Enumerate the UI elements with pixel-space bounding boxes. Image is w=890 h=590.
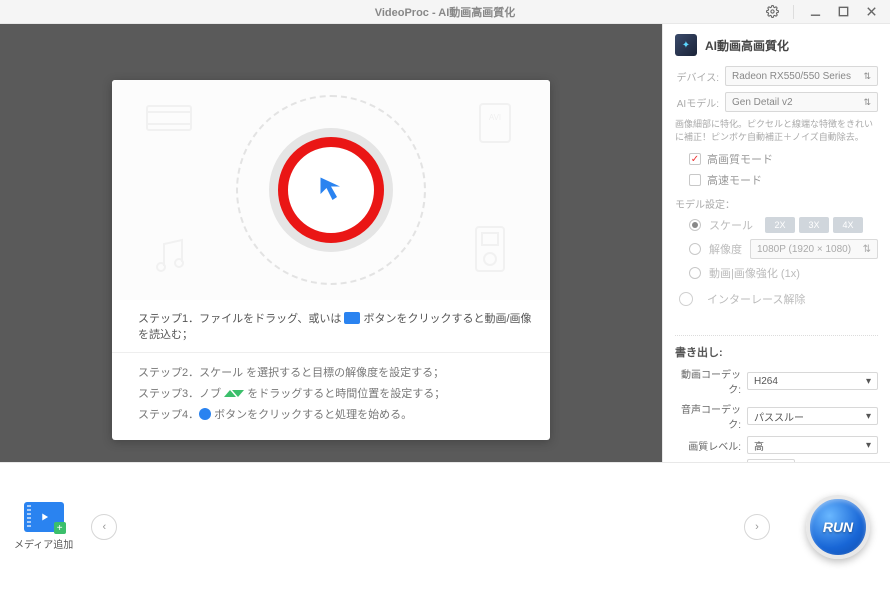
export-title: 書き出し: — [675, 344, 878, 360]
maximize-button[interactable] — [836, 5, 850, 19]
drop-area[interactable]: AVI — [112, 80, 550, 300]
gear-icon[interactable] — [765, 5, 779, 19]
radio-on-icon[interactable] — [689, 219, 701, 231]
scale-2x-button[interactable]: 2X — [765, 217, 795, 233]
ai-icon: ✦ — [675, 34, 697, 56]
resolution-row[interactable]: 解像度 1080P (1920 × 1080)⇅ — [689, 239, 878, 259]
acodec-select[interactable]: パススルー▾ — [747, 407, 878, 425]
svg-text:AVI: AVI — [489, 113, 501, 122]
plus-icon: + — [54, 522, 66, 534]
close-button[interactable] — [864, 5, 878, 19]
bottom-bar: + メディア追加 ‹ › RUN — [0, 462, 890, 590]
acodec-row: 音声コーデック: パススルー▾ — [675, 401, 878, 431]
model-label: AIモデル: — [675, 95, 719, 110]
drop-card: AVI ステップ1．ファイルをドラッグ、或いは ボタンをクリックすると動画/画像… — [112, 80, 550, 440]
hq-mode-label: 高画質モード — [707, 151, 773, 167]
slider-icon — [224, 384, 244, 405]
title-bar: VideoProc - AI動画高画質化 — [0, 0, 890, 24]
vcodec-row: 動画コーデック: H264▾ — [675, 366, 878, 396]
enhance-label: 動画|画像強化 (1x) — [709, 265, 800, 281]
acodec-label: 音声コーデック: — [675, 401, 741, 431]
checkbox-icon[interactable] — [689, 174, 701, 186]
resolution-select[interactable]: 1080P (1920 × 1080)⇅ — [750, 239, 878, 259]
step-3: ステップ3．ノブ をドラッグすると時間位置を設定する； — [138, 384, 532, 405]
avi-icon: AVI — [474, 100, 520, 151]
media-add-icon: + — [24, 502, 64, 532]
settings-pane: ✦ AI動画高画質化 デバイス: Radeon RX550/550 Series… — [662, 24, 890, 462]
panel-header: ✦ AI動画高画質化 — [675, 34, 878, 56]
run-button[interactable]: RUN — [806, 495, 870, 559]
scale-buttons: 2X 3X 4X — [765, 217, 863, 233]
checkbox-checked-icon[interactable] — [689, 153, 701, 165]
model-description: 画像細部に特化。ピクセルと線端な特徴をきれいに補正！ピンボケ自動補正＋ノイズ自動… — [675, 118, 878, 143]
fast-mode-label: 高速モード — [707, 172, 762, 188]
divider — [793, 5, 794, 19]
chevron-down-icon: ▾ — [866, 440, 871, 451]
main-area: AVI ステップ1．ファイルをドラッグ、或いは ボタンをクリックすると動画/画像… — [0, 24, 890, 462]
vcodec-label: 動画コーデック: — [675, 366, 741, 396]
radio-icon[interactable] — [689, 243, 701, 255]
window-controls — [765, 5, 890, 19]
enhance-row[interactable]: 動画|画像強化 (1x) — [689, 265, 878, 281]
chevron-down-icon: ▾ — [866, 411, 871, 422]
step-1: ステップ1．ファイルをドラッグ、或いは ボタンをクリックすると動画/画像を読込む… — [112, 300, 550, 353]
device-icon — [470, 223, 510, 280]
music-icon — [148, 234, 194, 285]
media-add-button[interactable]: + メディア追加 — [14, 502, 73, 551]
cursor-arrow-icon — [313, 170, 349, 211]
add-icon — [344, 312, 360, 324]
scale-row[interactable]: スケール 2X 3X 4X — [689, 217, 878, 233]
prev-button[interactable]: ‹ — [91, 514, 117, 540]
vcodec-select[interactable]: H264▾ — [747, 372, 878, 390]
steps-rest: ステップ2．スケール を選択すると目標の解像度を設定する； ステップ3．ノブ を… — [112, 353, 550, 440]
scale-3x-button[interactable]: 3X — [799, 217, 829, 233]
quality-select[interactable]: 高▾ — [747, 436, 878, 454]
quality-label: 画質レベル: — [675, 438, 741, 453]
highlight-ring — [278, 137, 384, 243]
media-add-label: メディア追加 — [14, 536, 73, 551]
chevron-updown-icon: ⇅ — [863, 71, 871, 82]
step-2: ステップ2．スケール を選択すると目標の解像度を設定する； — [138, 363, 532, 384]
chevron-updown-icon: ⇅ — [863, 97, 871, 108]
minimize-button[interactable] — [808, 5, 822, 19]
add-media-circle-button[interactable] — [269, 128, 393, 252]
next-button[interactable]: › — [744, 514, 770, 540]
interlace-row[interactable]: インターレース解除 — [679, 291, 878, 307]
resolution-label: 解像度 — [709, 241, 742, 257]
device-select[interactable]: Radeon RX550/550 Series⇅ — [725, 66, 878, 86]
app-title: VideoProc - AI動画高画質化 — [375, 4, 516, 20]
device-row: デバイス: Radeon RX550/550 Series⇅ — [675, 66, 878, 86]
chevron-down-icon: ▾ — [866, 376, 871, 387]
hq-mode-row[interactable]: 高画質モード — [689, 151, 878, 167]
chevron-updown-icon: ⇅ — [863, 244, 871, 255]
run-icon-small — [199, 408, 211, 420]
model-settings-label: モデル設定： — [675, 196, 878, 211]
step-4: ステップ4． ボタンをクリックすると処理を始める。 — [138, 405, 532, 426]
interlace-label: インターレース解除 — [707, 291, 805, 307]
radio-icon[interactable] — [689, 267, 701, 279]
quality-row: 画質レベル: 高▾ — [675, 436, 878, 454]
scale-label: スケール — [709, 217, 753, 233]
film-icon — [142, 98, 196, 143]
fast-mode-row[interactable]: 高速モード — [689, 172, 878, 188]
model-select[interactable]: Gen Detail v2⇅ — [725, 92, 878, 112]
scale-4x-button[interactable]: 4X — [833, 217, 863, 233]
device-label: デバイス: — [675, 69, 719, 84]
circle-checkbox-icon[interactable] — [679, 292, 693, 306]
preview-pane: AVI ステップ1．ファイルをドラッグ、或いは ボタンをクリックすると動画/画像… — [0, 24, 662, 462]
model-row: AIモデル: Gen Detail v2⇅ — [675, 92, 878, 112]
panel-title: AI動画高画質化 — [705, 37, 789, 54]
